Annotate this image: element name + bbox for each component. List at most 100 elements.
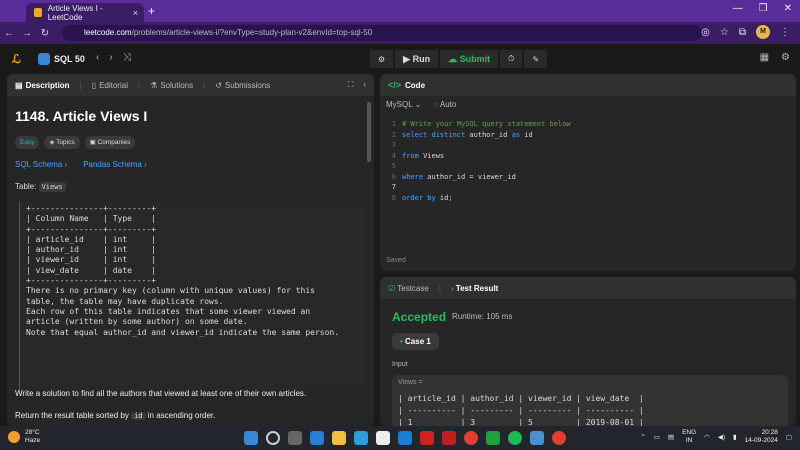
line-number: 7 <box>391 183 396 191</box>
forward-icon[interactable]: → <box>18 28 36 39</box>
expand-icon[interactable]: ⛶ <box>348 80 354 90</box>
spotify-icon[interactable] <box>508 431 522 445</box>
sql-schema-link[interactable]: SQL Schema › <box>15 160 67 169</box>
task-view-icon[interactable] <box>288 431 302 445</box>
wifi-icon[interactable]: ◠ <box>704 433 710 441</box>
submit-button[interactable]: ☁ Submit <box>440 50 499 68</box>
table-prefix: Table: <box>15 182 37 191</box>
battery-icon[interactable]: ▮ <box>733 433 737 441</box>
line-text: from Views <box>402 151 445 160</box>
study-plan-link[interactable]: SQL 50 <box>38 50 85 68</box>
browser-menu-icon[interactable]: ⋮ <box>780 27 790 38</box>
tab-editorial[interactable]: ▯ Editorial <box>92 81 128 90</box>
result-tabs: ☑ Testcase | › Test Result <box>380 277 796 299</box>
window-controls: — ❐ ✕ <box>733 3 792 14</box>
tab-test-result[interactable]: › Test Result <box>451 284 498 293</box>
edge-icon[interactable] <box>354 431 368 445</box>
bug-icon: ⚙ <box>378 54 386 64</box>
language-indicator[interactable]: ENG IN <box>682 429 696 445</box>
profile-avatar[interactable]: M <box>756 25 770 39</box>
meet-icon[interactable] <box>310 431 324 445</box>
run-button[interactable]: ▶ Run <box>395 50 439 68</box>
tab-test-result-label: Test Result <box>455 283 499 293</box>
chevron-right-icon: › <box>144 160 147 169</box>
topics-chip[interactable]: ◈ Topics <box>44 136 80 149</box>
chrome-icon[interactable] <box>464 431 478 445</box>
tray-chevron-icon[interactable]: ⌃ <box>640 433 645 441</box>
tab-solutions[interactable]: ⚗ Solutions <box>150 81 193 90</box>
run-label: Run <box>412 54 431 64</box>
store-icon[interactable] <box>376 431 390 445</box>
tab-submissions[interactable]: ↺ Submissions <box>215 81 270 90</box>
leetcode-logo-icon[interactable]: ℒ <box>12 52 21 66</box>
url-path: /problems/article-views-i/?envType=study… <box>131 28 373 37</box>
back-icon[interactable]: ← <box>0 28 18 39</box>
windows-start-icon[interactable] <box>244 431 258 445</box>
problem-tabs: ▤ Description | ▯ Editorial | ⚗ Solutions |… <box>7 74 374 96</box>
new-tab-button[interactable]: + <box>148 4 155 18</box>
time: 20:28 <box>761 429 778 436</box>
autocomplete-toggle[interactable]: ◌ Auto <box>433 100 456 109</box>
input-box: Views = | article_id | author_id | viewe… <box>392 375 788 426</box>
maximize-icon[interactable]: ❐ <box>759 3 768 14</box>
debug-button[interactable]: ⚙ <box>370 50 394 68</box>
tab-divider: | <box>203 80 206 90</box>
book-icon: ▯ <box>91 80 97 90</box>
code-editor[interactable]: 1 # Write your MySQL query statement belo… <box>380 116 796 246</box>
xbox-icon[interactable] <box>486 431 500 445</box>
extensions-icon[interactable]: ⧉ <box>739 27 746 38</box>
language-select[interactable]: MySQL ⌄ <box>386 100 421 109</box>
date: 14-09-2024 <box>744 437 778 444</box>
collapse-chevron-icon[interactable]: ‹ <box>363 80 366 90</box>
case-1-button[interactable]: • Case 1 <box>392 333 439 350</box>
search-icon[interactable] <box>266 431 280 445</box>
chrome-profile-icon[interactable] <box>552 431 566 445</box>
file-explorer-icon[interactable] <box>332 431 346 445</box>
printer-tray-icon[interactable]: ▤ <box>668 433 674 441</box>
problem-panel: ▤ Description | ▯ Editorial | ⚗ Solutions |… <box>7 74 374 426</box>
bookmark-star-icon[interactable]: ☆ <box>720 27 729 38</box>
mcafee-icon[interactable] <box>442 431 456 445</box>
topics-label: Topics <box>56 139 75 146</box>
result-panel: ☑ Testcase | › Test Result Accepted Runt… <box>380 277 796 426</box>
battery-tray-icon[interactable]: ▭ <box>654 433 660 441</box>
weather-widget[interactable]: 28°C Haze <box>8 429 40 445</box>
companies-chip[interactable]: ▣ Companies <box>84 136 136 149</box>
topbar-right: ▦ ⚙ <box>760 52 790 63</box>
tab-testcase[interactable]: ☑ Testcase <box>388 284 429 293</box>
minimize-icon[interactable]: — <box>733 3 743 14</box>
volume-icon[interactable]: ◀) <box>718 433 725 441</box>
next-problem-icon[interactable]: › <box>109 52 112 63</box>
lynda-icon[interactable] <box>398 431 412 445</box>
incognito-icon[interactable]: ◎ <box>701 27 710 38</box>
browser-extensions: ◎ ☆ ⧉ M ⋮ <box>701 25 790 39</box>
browser-tab[interactable]: Article Views I - LeetCode × <box>26 3 144 22</box>
timer-button[interactable]: ⏱ <box>500 50 523 68</box>
tab-close-icon[interactable]: × <box>133 8 138 18</box>
browser-tab-bar: Article Views I - LeetCode × + — ❐ ✕ <box>0 0 800 22</box>
problem-scrollbar[interactable] <box>367 102 371 162</box>
prev-problem-icon[interactable]: ‹ <box>96 52 99 63</box>
opera-icon[interactable] <box>420 431 434 445</box>
shuffle-icon[interactable]: ⤨ <box>123 52 131 63</box>
settings-gear-icon[interactable]: ⚙ <box>781 52 790 63</box>
tab-description[interactable]: ▤ Description <box>15 81 70 90</box>
pandas-schema-link[interactable]: Pandas Schema › <box>83 160 147 169</box>
notifications-icon[interactable]: ▢ <box>786 433 792 441</box>
clock[interactable]: 20:28 14-09-2024 <box>745 429 778 445</box>
taskbar-apps <box>244 431 566 445</box>
photos-icon[interactable] <box>530 431 544 445</box>
layout-icon[interactable]: ▦ <box>760 52 769 63</box>
url-field[interactable]: leetcode.com/problems/article-views-i/?e… <box>62 25 702 41</box>
checkbox-icon: ☑ <box>388 283 398 293</box>
runtime-text: Runtime: 105 ms <box>452 312 513 321</box>
study-plan-title: SQL 50 <box>54 54 85 64</box>
notes-button[interactable]: ✎ <box>524 50 548 68</box>
table-label: Table: Views <box>15 182 66 192</box>
line-number: 1 <box>391 120 396 128</box>
line-text: select distinct author_id as id <box>402 130 533 139</box>
reload-icon[interactable]: ↻ <box>36 28 54 39</box>
autocomplete-label: Auto <box>439 100 457 109</box>
code-panel: </> Code MySQL ⌄ ◌ Auto 1 # Write your My… <box>380 74 796 271</box>
close-window-icon[interactable]: ✕ <box>784 3 792 14</box>
